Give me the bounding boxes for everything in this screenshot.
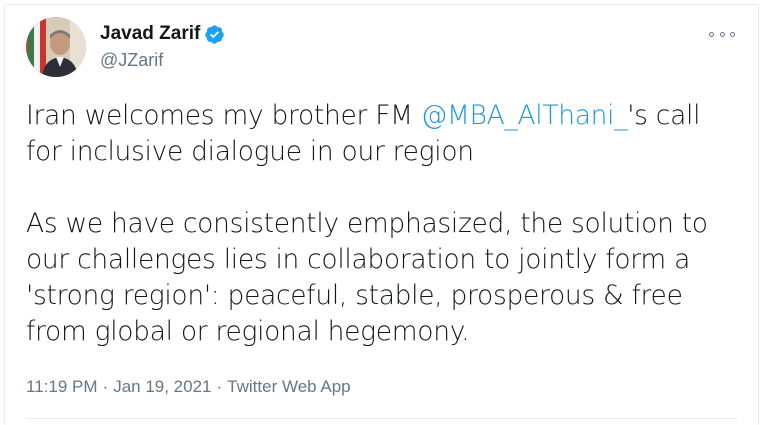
more-options-icon[interactable] (709, 28, 735, 40)
tweet-paragraph-1: Iran welcomes my brother FM @MBA_AlThani… (26, 98, 741, 170)
avatar[interactable] (26, 17, 86, 77)
author-names: Javad Zarif @JZarif (100, 22, 225, 72)
author-handle[interactable]: @JZarif (100, 48, 225, 72)
tweet-time[interactable]: 11:19 PM (26, 376, 98, 398)
verified-badge-icon (204, 24, 225, 45)
tweet-header: Javad Zarif @JZarif (26, 16, 225, 78)
tweet-text: Iran welcomes my brother FM @MBA_AlThani… (26, 98, 741, 350)
more-dot (709, 31, 714, 37)
tweet-text-before-mention: Iran welcomes my brother FM (26, 100, 421, 131)
mention-link[interactable]: @MBA_AlThani_ (421, 100, 628, 131)
tweet-metadata: 11:19 PM · Jan 19, 2021 · Twitter Web Ap… (26, 376, 351, 398)
tweet-source[interactable]: Twitter Web App (227, 376, 350, 398)
avatar-image (26, 17, 86, 77)
meta-separator: · (102, 377, 109, 396)
tweet-paragraph-2: As we have consistently emphasized, the … (26, 208, 708, 347)
more-dot (730, 31, 735, 37)
tweet-card: Javad Zarif @JZarif Iran welcomes my bro… (0, 0, 763, 425)
display-name[interactable]: Javad Zarif (100, 22, 200, 46)
tweet-date[interactable]: Jan 19, 2021 (113, 376, 211, 398)
divider (26, 418, 737, 419)
more-dot (719, 31, 725, 37)
meta-separator: · (216, 377, 223, 396)
name-row: Javad Zarif (100, 22, 225, 46)
